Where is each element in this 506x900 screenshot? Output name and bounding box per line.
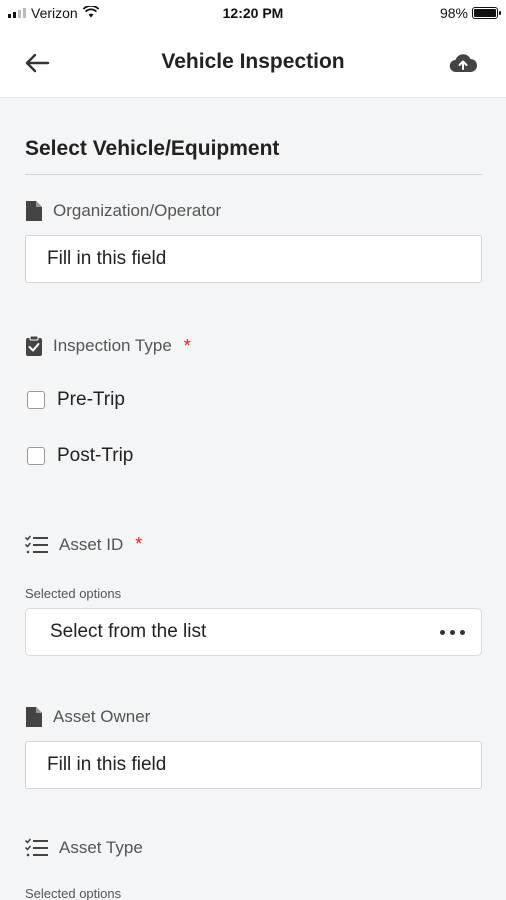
upload-button[interactable] (446, 48, 480, 78)
organization-label: Organization/Operator (25, 200, 221, 222)
document-icon (26, 201, 42, 221)
pre-trip-label: Pre-Trip (57, 389, 125, 410)
battery-info: 98% (439, 5, 501, 21)
asset-id-select[interactable]: Select from the list (25, 608, 482, 656)
app-bar: Vehicle Inspection (0, 28, 506, 98)
clipboard-check-icon (26, 335, 42, 356)
form-content[interactable]: Select Vehicle/Equipment Organization/Op… (0, 99, 506, 900)
section-title: Select Vehicle/Equipment (25, 137, 280, 160)
asset-type-selected-options-label: Selected options (25, 886, 122, 900)
battery-level (474, 9, 496, 17)
asset-owner-label: Asset Owner (25, 706, 150, 728)
asset-id-label: Asset ID * (25, 534, 142, 555)
battery-icon (472, 7, 501, 19)
required-marker: * (135, 534, 143, 554)
inspection-type-label: Inspection Type * (25, 335, 191, 357)
document-icon (26, 707, 42, 727)
back-button[interactable] (20, 48, 54, 78)
asset-id-select-placeholder: Select from the list (50, 621, 207, 642)
page-title: Vehicle Inspection (161, 50, 345, 73)
asset-owner-field[interactable]: Fill in this field (25, 741, 482, 789)
post-trip-label: Post-Trip (57, 445, 134, 466)
asset-owner-label-text: Asset Owner (53, 707, 151, 726)
organization-label-text: Organization/Operator (53, 201, 222, 220)
clock: 12:20 PM (222, 5, 284, 21)
asset-type-label-text: Asset Type (59, 838, 143, 857)
status-bar: Verizon 12:20 PM 98% (0, 0, 506, 28)
asset-id-selected-options-label: Selected options (25, 586, 122, 601)
asset-type-label: Asset Type (25, 838, 143, 858)
battery-percent: 98% (439, 5, 468, 21)
post-trip-option[interactable]: Post-Trip (27, 445, 133, 467)
section-divider (25, 174, 482, 175)
pre-trip-option[interactable]: Pre-Trip (27, 389, 125, 411)
arrow-left-icon (25, 53, 50, 73)
asset-id-label-text: Asset ID (59, 534, 124, 554)
cloud-upload-icon (449, 54, 477, 73)
organization-field[interactable]: Fill in this field (25, 235, 482, 283)
checklist-icon (25, 838, 48, 857)
post-trip-checkbox[interactable] (27, 447, 45, 465)
pre-trip-checkbox[interactable] (27, 391, 45, 409)
inspection-type-label-text: Inspection Type (53, 336, 172, 355)
checklist-icon (25, 535, 48, 553)
required-marker: * (183, 335, 191, 356)
more-options-icon[interactable] (440, 609, 465, 655)
